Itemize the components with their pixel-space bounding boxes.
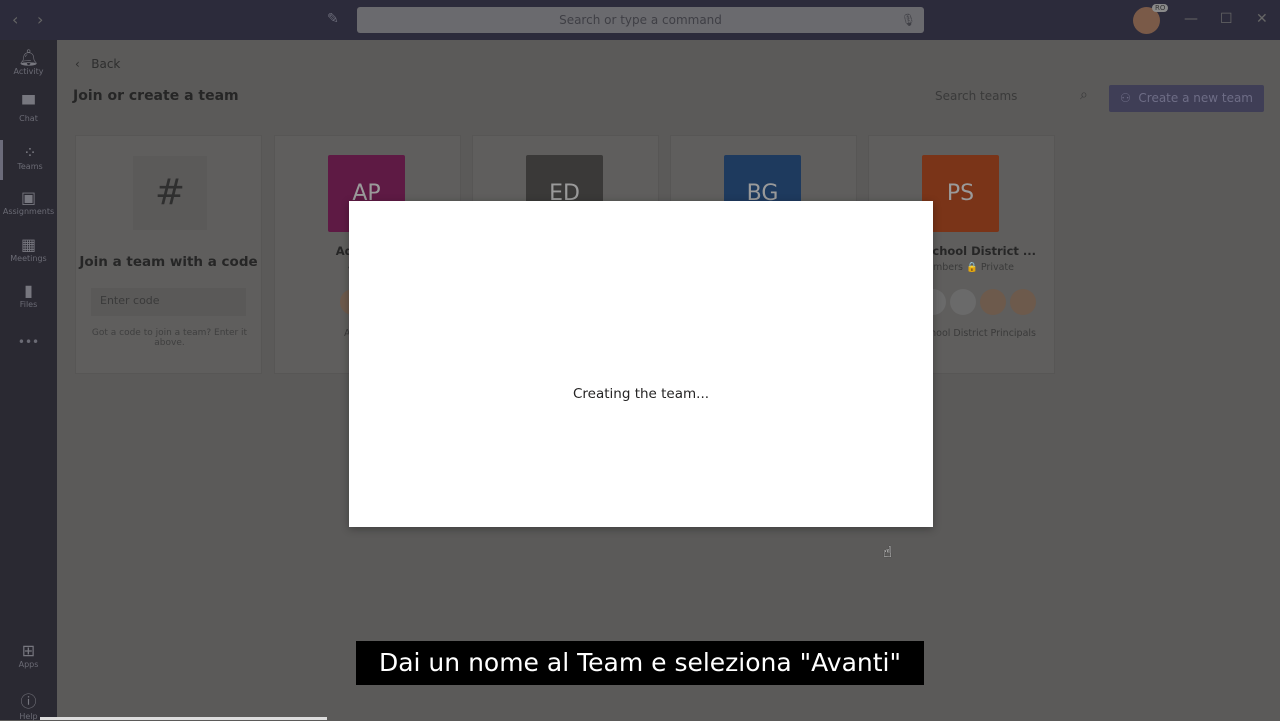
command-search-input[interactable]: Search or type a command 🎙 (357, 7, 924, 33)
apps-icon: ⊞ (21, 641, 36, 660)
team-tile: PS (922, 155, 999, 232)
creating-team-dialog: Creating the team... (349, 201, 933, 527)
add-team-icon: ⚇ (1120, 91, 1139, 105)
sidebar-label: Meetings (10, 254, 47, 263)
dialog-message: Creating the team... (572, 386, 710, 402)
teams-icon: ⁘ (23, 143, 37, 162)
close-icon[interactable]: ✕ (1256, 11, 1268, 27)
sidebar-item-meetings[interactable]: ▦ Meetings (0, 235, 57, 263)
title-bar: ‹ › ✎ Search or type a command 🎙 RO — ☐ ✕ (0, 0, 1280, 40)
back-link[interactable]: ‹ Back (75, 57, 120, 71)
sidebar-label: Files (19, 300, 38, 309)
code-input[interactable]: Enter code (91, 288, 246, 316)
join-code-card: # Join a team with a code Enter code Got… (75, 135, 262, 374)
bell-icon: 🔔︎ (18, 48, 39, 67)
forward-arrow-icon[interactable]: › (37, 10, 43, 29)
help-icon: ⓘ (20, 692, 37, 711)
search-icon[interactable]: ⌕ (1080, 87, 1088, 103)
sidebar-label: Teams (17, 162, 43, 171)
sidebar-label: Chat (19, 114, 38, 123)
sidebar-label: Apps (18, 660, 39, 669)
chevron-left-icon: ‹ (75, 57, 92, 71)
back-arrow-icon[interactable]: ‹ (12, 10, 18, 29)
more-apps-button[interactable]: ••• (0, 335, 57, 349)
app-sidebar: 🔔︎ Activity ▀ Chat ⁘ Teams ▣ Assignments ▦ Me… (0, 40, 57, 721)
sidebar-item-teams[interactable]: ⁘ Teams (0, 140, 57, 180)
sidebar-item-activity[interactable]: 🔔︎ Activity (0, 48, 57, 76)
avatar (1010, 289, 1036, 315)
sidebar-item-assignments[interactable]: ▣ Assignments (0, 188, 57, 216)
hand-cursor-icon: ☝ (883, 543, 893, 561)
avatar (950, 289, 976, 315)
microphone-icon[interactable]: 🎙 (901, 7, 916, 33)
sidebar-item-apps[interactable]: ⊞ Apps (0, 641, 57, 669)
create-team-button[interactable]: ⚇ Create a new team (1109, 85, 1264, 112)
back-label: Back (91, 57, 121, 71)
calendar-icon: ▦ (20, 235, 37, 254)
hash-icon: # (133, 156, 207, 230)
search-teams-input[interactable]: Search teams (935, 89, 1017, 103)
compose-icon[interactable]: ✎ (327, 11, 339, 27)
create-team-label: Create a new team (1138, 91, 1253, 105)
sidebar-label: Activity (13, 67, 44, 76)
sidebar-label: Assignments (2, 207, 55, 216)
sidebar-item-files[interactable]: ▮ Files (0, 281, 57, 309)
status-badge: RO (1152, 4, 1169, 12)
maximize-icon[interactable]: ☐ (1220, 11, 1233, 27)
minimize-icon[interactable]: — (1184, 11, 1198, 27)
sidebar-item-chat[interactable]: ▀ Chat (0, 95, 57, 123)
search-placeholder: Search or type a command (559, 13, 722, 27)
video-caption: Dai un nome al Team e seleziona "Avanti" (356, 641, 924, 685)
join-card-title: Join a team with a code (79, 254, 258, 270)
avatar (980, 289, 1006, 315)
backpack-icon: ▣ (20, 188, 37, 207)
chat-icon: ▀ (22, 95, 35, 114)
join-hint: Got a code to join a team? Enter it abov… (91, 328, 248, 348)
page-title: Join or create a team (73, 88, 239, 104)
file-icon: ▮ (24, 281, 33, 300)
